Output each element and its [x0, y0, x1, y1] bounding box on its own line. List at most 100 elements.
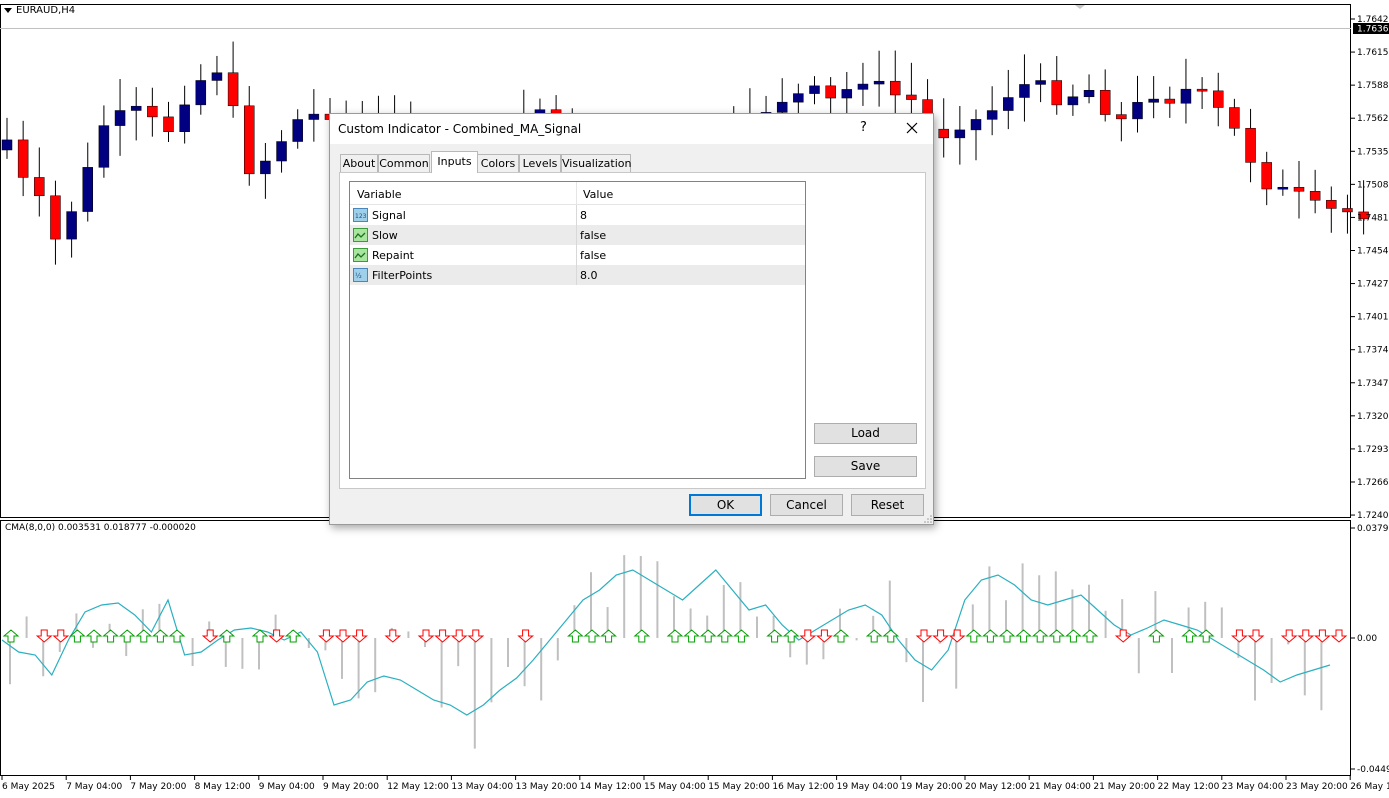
column-header-variable[interactable]: Variable	[357, 188, 402, 201]
reset-button[interactable]: Reset	[851, 494, 924, 516]
price-axis: 1.764201.761551.758851.756201.753501.750…	[1351, 15, 1389, 521]
arrow-down-icon	[450, 629, 468, 643]
candle-body	[147, 105, 158, 118]
signal-line	[1, 569, 1331, 716]
indicator-tick-label: -0.04493	[1357, 765, 1389, 775]
candle-body	[114, 110, 126, 126]
candle-body	[34, 177, 45, 197]
time-tick-label: 13 May 04:00	[451, 782, 513, 792]
arrow-up-icon	[716, 629, 734, 643]
arrow-up-icon	[118, 629, 136, 643]
grid-header: Variable Value	[350, 182, 805, 205]
input-row-repaint[interactable]: Repaint false	[350, 245, 805, 265]
close-button[interactable]	[900, 117, 924, 139]
arrow-up-icon	[168, 629, 186, 643]
arrow-down-icon	[417, 629, 435, 643]
ok-button[interactable]: OK	[689, 494, 762, 516]
candle-body	[809, 85, 820, 94]
arrow-up-icon	[102, 629, 119, 643]
arrow-up-icon	[865, 629, 883, 643]
chevron-down-icon[interactable]	[4, 7, 12, 13]
arrow-up-icon	[633, 629, 651, 643]
candle-body	[1342, 208, 1353, 213]
arrow-down-icon	[201, 629, 219, 643]
arrow-up-icon	[832, 629, 850, 643]
arrow-up-icon	[1031, 629, 1049, 643]
inputs-panel: Variable Value 123 Signal 8 Slow false R…	[339, 172, 926, 489]
candle-body	[986, 110, 998, 120]
arrow-down-icon	[334, 629, 352, 643]
time-tick-label: 23 May 04:00	[1222, 782, 1284, 792]
candle-body	[1132, 102, 1143, 120]
candle-body	[1309, 191, 1321, 201]
tab-common[interactable]: Common	[378, 154, 430, 172]
arrow-down-icon	[932, 629, 949, 643]
arrow-down-icon	[1297, 629, 1315, 643]
candle-body	[66, 211, 77, 240]
price-tick-label: 1.76155	[1357, 48, 1389, 58]
column-divider[interactable]	[576, 182, 577, 204]
load-button[interactable]: Load	[814, 423, 917, 444]
input-value[interactable]: false	[580, 249, 606, 262]
candle-body	[1293, 186, 1305, 192]
arrow-up-icon	[1015, 629, 1032, 643]
indicator-pane-border	[0, 520, 1351, 776]
candle-body	[1164, 98, 1176, 104]
price-tick-label: 1.74010	[1357, 313, 1389, 323]
cell-divider	[576, 245, 577, 265]
input-name: Repaint	[372, 249, 414, 262]
candle-body	[82, 167, 93, 212]
input-value[interactable]: 8.0	[580, 269, 598, 282]
arrow-up-icon	[135, 629, 153, 643]
tab-visualization[interactable]: Visualization	[561, 154, 631, 172]
input-name: FilterPoints	[372, 269, 433, 282]
arrow-up-icon	[683, 629, 700, 643]
resize-grip-icon[interactable]	[924, 515, 932, 523]
close-icon	[906, 122, 918, 134]
tab-inputs[interactable]: Inputs	[431, 151, 478, 173]
time-axis: 6 May 2025 7 May 04:00 7 May 20:00 8 May 12…	[1, 776, 1389, 792]
inputs-grid[interactable]: Variable Value 123 Signal 8 Slow false R…	[349, 181, 806, 479]
save-button[interactable]: Save	[814, 456, 917, 477]
arrow-up-icon	[600, 629, 617, 643]
price-tick-label: 1.75350	[1357, 147, 1389, 157]
candle-body	[211, 72, 223, 81]
arrow-down-icon	[268, 629, 285, 643]
candle-body	[98, 125, 110, 168]
column-header-value[interactable]: Value	[583, 188, 613, 201]
price-tick-label: 1.74815	[1357, 213, 1389, 223]
tab-levels[interactable]: Levels	[519, 154, 561, 172]
price-tick-label: 1.72665	[1357, 478, 1389, 488]
indicator-tick-label: 0.03793	[1357, 524, 1389, 534]
arrow-up-icon	[1148, 629, 1165, 643]
time-tick-label: 13 May 20:00	[516, 782, 578, 792]
tab-about[interactable]: About	[340, 154, 378, 172]
candle-body	[1213, 90, 1224, 108]
input-row-slow[interactable]: Slow false	[350, 225, 805, 245]
input-value[interactable]: false	[580, 229, 606, 242]
candle-body	[1261, 162, 1272, 190]
arrow-up-icon	[1181, 629, 1198, 643]
cell-divider	[576, 205, 577, 225]
candle-body	[276, 141, 287, 162]
scroll-marker-icon	[1075, 5, 1085, 9]
input-value[interactable]: 8	[580, 209, 587, 222]
candle-body	[1083, 90, 1095, 98]
input-name: Signal	[372, 209, 406, 222]
candle-body	[1051, 80, 1062, 106]
arrow-up-icon	[998, 629, 1016, 643]
dialog-titlebar[interactable]: Custom Indicator - Combined_MA_Signal ?	[330, 114, 933, 144]
help-button[interactable]: ?	[860, 120, 867, 135]
indicator-signal-line	[1, 569, 1331, 716]
time-tick-label: 14 May 12:00	[580, 782, 642, 792]
cancel-button[interactable]: Cancel	[770, 494, 843, 516]
candle-body	[195, 80, 207, 106]
input-row-signal[interactable]: 123 Signal 8	[350, 205, 805, 225]
input-name: Slow	[372, 229, 398, 242]
price-tick-label: 1.75080	[1357, 180, 1389, 190]
chart-symbol-label[interactable]: EURAUD,H4	[4, 5, 75, 16]
indicator-histogram	[9, 555, 1339, 749]
candle-body	[1196, 88, 1208, 92]
tab-colors[interactable]: Colors	[477, 154, 519, 172]
input-row-filterpoints[interactable]: ½ FilterPoints 8.0	[350, 265, 805, 285]
